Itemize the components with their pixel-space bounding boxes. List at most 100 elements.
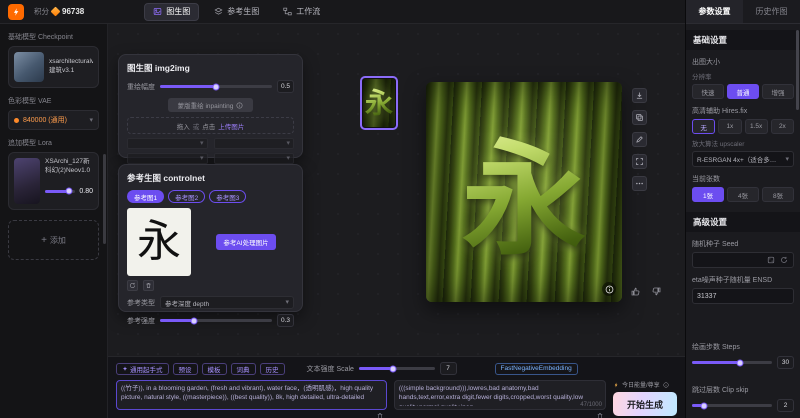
app-logo[interactable]: [8, 4, 24, 20]
plus-icon: [41, 235, 47, 246]
ensd-input[interactable]: 31337: [692, 288, 794, 304]
upload-text: 点击: [202, 121, 215, 131]
checkpoint-card[interactable]: xsarchitecturalv3com建筑v3.1: [8, 46, 99, 88]
chevron-down-icon: [200, 140, 204, 147]
thumbnail-glyph: 永: [365, 81, 393, 121]
count-1[interactable]: 1张: [692, 187, 724, 202]
generated-thumbnail[interactable]: 永: [360, 76, 398, 130]
resolution-normal[interactable]: 普通: [727, 84, 759, 99]
chevron-down-icon: [286, 155, 290, 162]
upscaler-value: R-ESRGAN 4x+（适合多种场景）: [697, 154, 782, 164]
clip-skip-slider[interactable]: [692, 404, 772, 407]
negative-prompt-input[interactable]: (((simple background))),lowres,bad anato…: [399, 384, 601, 406]
count-8[interactable]: 8张: [762, 187, 794, 202]
trash-icon[interactable]: [595, 411, 604, 418]
steps-slider[interactable]: [692, 361, 772, 364]
resolution-enhanced[interactable]: 增强: [762, 84, 794, 99]
params-sidebar: 参数设置 历史作图 基础设置 出图大小 分辨率 快速 普通 增强 高清辅助 Hi…: [685, 0, 800, 418]
resolution-label: 分辨率: [692, 71, 794, 81]
nav-img2img[interactable]: 图生图: [144, 3, 199, 21]
add-model-button[interactable]: 添加: [8, 220, 99, 260]
ref-strength-label: 参考强度: [127, 316, 155, 326]
scale-slider[interactable]: [359, 367, 435, 370]
tab-history[interactable]: 历史作图: [743, 0, 800, 23]
feedback-buttons: [628, 284, 663, 298]
count-4[interactable]: 4张: [727, 187, 759, 202]
model-sidebar: 基础模型 Checkpoint xsarchitecturalv3com建筑v3…: [0, 24, 108, 418]
mode-nav: 图生图 参考生图 工作流: [144, 3, 329, 21]
batch-count-label: 当前张数: [692, 174, 794, 184]
reference-image-preview[interactable]: 永: [127, 208, 191, 276]
image-upload-dropzone[interactable]: 拖入 或 点击 上传图片: [127, 117, 294, 134]
denoise-slider[interactable]: [160, 85, 272, 88]
disabled-select: [127, 153, 208, 164]
edit-icon[interactable]: [632, 132, 647, 147]
positive-prompt-input[interactable]: ((竹子)), in a blooming garden, (fresh and…: [121, 384, 382, 406]
workspace-canvas[interactable]: 图生图 img2img 重绘幅度 0.5 蒙版重绘 inpainting 拖入 …: [108, 24, 685, 418]
lora-weight-value: 0.80: [79, 188, 93, 195]
thumbs-down-icon[interactable]: [649, 284, 663, 298]
seed-input[interactable]: [697, 257, 763, 264]
tab-params[interactable]: 参数设置: [686, 0, 743, 23]
generated-image-preview[interactable]: 永: [426, 82, 622, 302]
ref-type-select[interactable]: 参考深度 depth: [160, 296, 294, 309]
vae-label: 色彩模型 VAE: [8, 96, 99, 106]
refresh-icon[interactable]: [779, 255, 789, 265]
ai-process-button[interactable]: 参考AI处理图片: [216, 234, 275, 250]
embedding-chip[interactable]: FastNegativeEmbedding: [495, 363, 578, 375]
img2img-panel: 图生图 img2img 重绘幅度 0.5 蒙版重绘 inpainting 拖入 …: [118, 54, 303, 158]
lora-weight-slider[interactable]: [45, 190, 75, 193]
chip-history[interactable]: 历史: [260, 363, 285, 375]
denoise-label: 重绘幅度: [127, 82, 155, 92]
tab-ref-image-1[interactable]: 参考图1: [127, 190, 164, 203]
chip-templates[interactable]: 模板: [202, 363, 227, 375]
tab-ref-image-3[interactable]: 参考图3: [209, 190, 246, 203]
preview-glyph: 永: [462, 98, 586, 278]
thumbs-up-icon[interactable]: [628, 284, 642, 298]
lora-card[interactable]: XSArchi_127新科幻(2)Neov1.0 0.80: [8, 152, 99, 210]
checkpoint-thumbnail: [14, 52, 44, 82]
hires-1-5x[interactable]: 1.5x: [745, 119, 768, 134]
points-value: 96738: [62, 7, 84, 16]
chip-starter[interactable]: 通用起手式: [116, 363, 169, 375]
params-scrollbar[interactable]: [796, 30, 799, 110]
info-icon[interactable]: [602, 282, 616, 296]
delete-icon[interactable]: [143, 280, 154, 291]
vae-dot-icon: [14, 118, 19, 123]
energy-icon: [613, 382, 619, 388]
upscaler-label: 放大算法 upscaler: [692, 138, 794, 148]
ref-strength-slider[interactable]: [160, 319, 272, 322]
more-icon[interactable]: [632, 176, 647, 191]
dice-icon[interactable]: [766, 255, 776, 265]
sidebar-scrollbar[interactable]: [103, 154, 106, 244]
output-size-label: 出图大小: [692, 57, 794, 67]
refresh-icon[interactable]: [127, 280, 138, 291]
nav-ref-generate[interactable]: 参考生图: [205, 3, 268, 21]
upload-action-text: 上传图片: [218, 121, 244, 131]
tab-ref-image-2[interactable]: 参考图2: [168, 190, 205, 203]
upscaler-select[interactable]: R-ESRGAN 4x+（适合多种场景）: [692, 151, 794, 167]
trash-icon[interactable]: [376, 411, 385, 418]
generate-button[interactable]: 开始生成: [613, 392, 677, 416]
workflow-icon: [283, 7, 292, 16]
controlnet-title: 参考生图 controlnet: [127, 172, 294, 184]
chip-presets[interactable]: 预设: [173, 363, 198, 375]
hires-none[interactable]: 无: [692, 119, 715, 134]
copy-icon[interactable]: [632, 110, 647, 125]
disabled-select: [214, 138, 295, 149]
resolution-fast[interactable]: 快速: [692, 84, 724, 99]
hires-2x[interactable]: 2x: [771, 119, 794, 134]
inpaint-button[interactable]: 蒙版重绘 inpainting: [168, 98, 254, 112]
scale-label: 文本强度 Scale: [307, 364, 354, 374]
upload-text: 拖入: [177, 121, 190, 131]
prompt-helper-chips: 通用起手式 预设 模板 词典 历史: [116, 363, 285, 375]
download-icon[interactable]: [632, 88, 647, 103]
chip-dictionary[interactable]: 词典: [231, 363, 256, 375]
vae-select[interactable]: 840000 (通用): [8, 110, 99, 130]
points-display[interactable]: 积分 96738: [34, 6, 84, 17]
fullscreen-icon[interactable]: [632, 154, 647, 169]
hires-1x[interactable]: 1x: [718, 119, 741, 134]
nav-workflow[interactable]: 工作流: [274, 3, 329, 21]
reference-glyph: 永: [137, 220, 181, 264]
chevron-down-icon: [200, 155, 204, 162]
